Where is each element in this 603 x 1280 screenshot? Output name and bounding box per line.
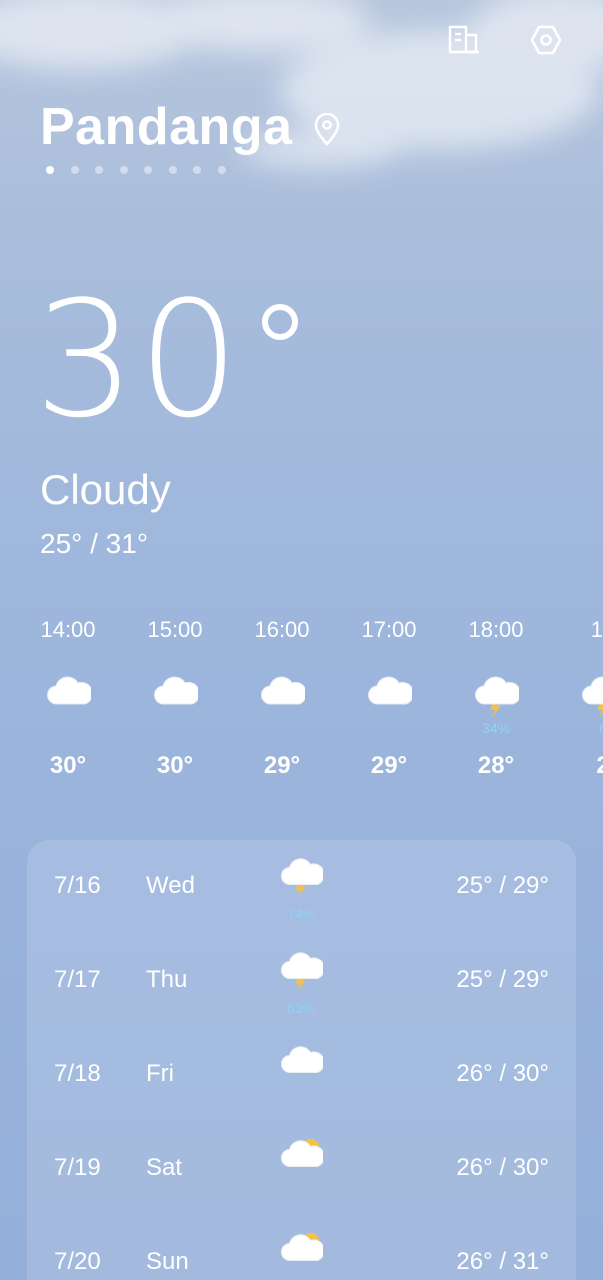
city-list-icon <box>448 25 479 54</box>
hourly-item: 16:00 29° <box>237 612 327 780</box>
daily-forecast[interactable]: 7/16 Wed 74% 25° / 29° 7/17 Thu 63% 25° / 29° 7/… <box>27 840 576 1280</box>
page-indicator <box>46 166 226 174</box>
thunderstorm-icon <box>279 946 325 992</box>
cloud-icon <box>152 670 198 718</box>
hourly-forecast[interactable]: 14:00 30° 15:00 30° 16:00 29° 17:00 29° 18:00 34%… <box>0 612 603 802</box>
page-dot <box>95 166 103 174</box>
thunderstorm-icon <box>473 670 519 718</box>
hourly-item: 1962 <box>558 612 603 780</box>
daily-range: 26° / 31° <box>456 1248 549 1275</box>
daily-weekday: Fri <box>146 1060 174 1087</box>
hourly-item: 17:00 29° <box>344 612 434 780</box>
page-dot <box>46 166 54 174</box>
thunderstorm-icon <box>580 670 603 718</box>
hourly-item: 15:00 30° <box>130 612 220 780</box>
thunderstorm-icon <box>279 852 325 898</box>
hourly-time: 17:00 <box>361 617 417 642</box>
city-header[interactable]: Pandanga <box>40 94 341 160</box>
partly-sunny-icon <box>279 1228 325 1268</box>
hourly-precipitation: 34% <box>481 720 511 736</box>
daily-row[interactable]: 7/18 Fri 26° / 30° <box>27 1028 576 1122</box>
degree-symbol <box>261 304 298 340</box>
daily-date: 7/20 <box>54 1248 101 1275</box>
daily-weekday: Wed <box>146 872 195 899</box>
current-condition: Cloudy <box>40 466 171 513</box>
daily-weekday: Thu <box>146 966 188 993</box>
page-dot <box>193 166 201 174</box>
settings-button[interactable] <box>526 20 566 60</box>
city-list-button[interactable] <box>444 20 484 60</box>
hourly-time: 14:00 <box>40 617 96 642</box>
city-name: Pandanga <box>40 98 293 156</box>
daily-date: 7/17 <box>54 966 101 993</box>
page-dot <box>70 166 79 174</box>
cloud-icon <box>259 670 305 718</box>
cloud-icon <box>366 670 412 718</box>
current-temperature: 30 <box>34 280 298 440</box>
hourly-temperature: 29° <box>370 752 408 779</box>
hourly-item: 18:00 34% 28° <box>451 612 541 780</box>
hourly-time: 19 <box>590 617 603 642</box>
hourly-temperature: 2 <box>596 752 603 779</box>
daily-range: 25° / 29° <box>456 872 549 899</box>
cloud-icon <box>45 670 91 718</box>
daily-date: 7/18 <box>54 1060 101 1087</box>
hourly-time: 15:00 <box>147 617 203 642</box>
hourly-temperature: 30° <box>49 752 87 779</box>
daily-range: 26° / 30° <box>456 1060 549 1087</box>
hourly-temperature: 30° <box>156 752 194 779</box>
daily-precipitation: 74% <box>286 906 316 922</box>
daily-range: 25° / 29° <box>456 966 549 993</box>
daily-row[interactable]: 7/16 Wed 74% 25° / 29° <box>27 840 576 934</box>
location-pin-icon <box>313 100 341 160</box>
current-range: 25° / 31° <box>40 528 149 559</box>
hourly-temperature: 28° <box>477 752 515 779</box>
cloud-icon <box>279 1040 325 1080</box>
daily-range: 26° / 30° <box>456 1154 549 1181</box>
daily-precipitation: 63% <box>286 1000 316 1016</box>
page-dot <box>144 166 152 174</box>
hourly-time: 16:00 <box>254 617 310 642</box>
daily-weekday: Sat <box>146 1154 183 1181</box>
daily-row[interactable]: 7/17 Thu 63% 25° / 29° <box>27 934 576 1028</box>
hourly-temperature: 29° <box>263 752 301 779</box>
current-temperature-value: 30 <box>34 266 242 453</box>
page-dot <box>119 166 128 174</box>
hourly-item: 14:00 30° <box>23 612 113 780</box>
partly-sunny-icon <box>279 1134 325 1174</box>
daily-weekday: Sun <box>146 1248 189 1275</box>
daily-row[interactable]: 7/19 Sat 26° / 30° <box>27 1122 576 1216</box>
daily-date: 7/19 <box>54 1154 101 1181</box>
daily-date: 7/16 <box>54 872 101 899</box>
hourly-precipitation: 6 <box>599 720 603 736</box>
settings-icon <box>530 25 562 55</box>
page-dot <box>217 166 226 174</box>
page-dot <box>168 166 177 174</box>
hourly-time: 18:00 <box>468 617 524 642</box>
daily-row[interactable]: 7/20 Sun 26° / 31° <box>27 1216 576 1280</box>
